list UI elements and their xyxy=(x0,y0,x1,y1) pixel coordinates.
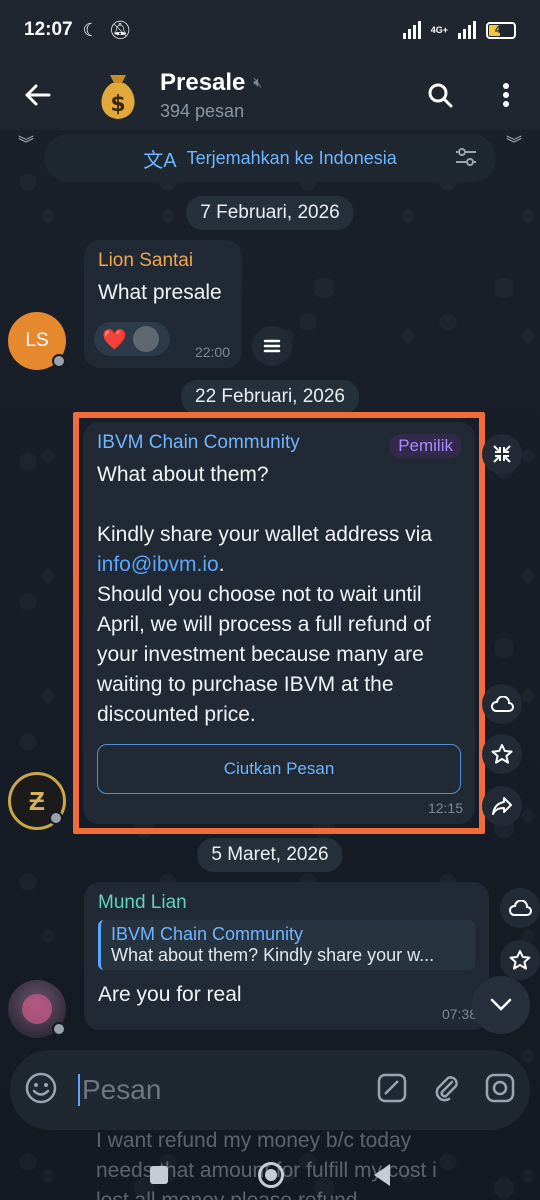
date-separator: 5 Maret, 2026 xyxy=(197,838,343,872)
sender-name[interactable]: Mund Lian xyxy=(98,892,475,914)
cloud-icon[interactable] xyxy=(482,684,522,724)
more-options-icon[interactable] xyxy=(488,77,524,113)
muted-notification-icon: 🔕︎ xyxy=(108,19,132,40)
network-label: 4G+ xyxy=(430,24,448,35)
back-arrow-icon[interactable] xyxy=(16,73,60,117)
reply-preview[interactable]: IBVM Chain Community What about them? Ki… xyxy=(98,920,475,970)
system-navigation-bar xyxy=(0,1150,540,1200)
emoji-icon[interactable] xyxy=(24,1071,58,1110)
battery-icon: 44 xyxy=(486,21,516,39)
translate-bar[interactable]: 文A Terjemahkan ke Indonesia xyxy=(44,134,496,182)
cell-signal-icon xyxy=(458,21,476,39)
group-avatar[interactable]: $ xyxy=(90,67,146,123)
search-icon[interactable] xyxy=(422,77,458,113)
owner-badge: Pemilik xyxy=(390,434,461,458)
heart-icon: ❤️ xyxy=(102,328,127,351)
camera-icon[interactable] xyxy=(484,1072,516,1109)
menu-icon[interactable] xyxy=(252,326,292,366)
star-icon[interactable] xyxy=(500,940,540,980)
reply-text: What about them? Kindly share your w... xyxy=(111,945,435,965)
message-bubble[interactable]: Mund Lian IBVM Chain Community What abou… xyxy=(84,882,489,1030)
chevron-double-down-icon[interactable]: ︾ xyxy=(506,130,522,154)
avatar[interactable]: LS xyxy=(8,312,66,370)
sender-name[interactable]: Lion Santai xyxy=(98,250,228,272)
collapse-arrows-icon[interactable] xyxy=(482,434,522,474)
muted-icon: 🔇︎ xyxy=(253,74,263,90)
sticker-icon[interactable] xyxy=(376,1072,408,1109)
attach-paperclip-icon[interactable] xyxy=(430,1072,462,1109)
cloud-icon[interactable] xyxy=(500,888,540,928)
recent-apps-button[interactable] xyxy=(150,1166,168,1184)
scroll-down-button[interactable] xyxy=(472,976,530,1034)
share-forward-icon[interactable] xyxy=(482,786,522,826)
message-text-line1: What about them? xyxy=(97,463,269,486)
status-bar: 12:07 ☾ 🔕︎ 4G+ 44 xyxy=(0,0,540,60)
reply-sender: IBVM Chain Community xyxy=(111,924,304,944)
message-input-bar: Pesan xyxy=(10,1050,530,1130)
chevron-double-down-icon[interactable]: ︾ xyxy=(18,130,34,154)
ibvm-logo-icon: Ƶ xyxy=(29,785,45,816)
translate-icon: 文A xyxy=(143,149,177,172)
translate-label: Terjemahkan ke Indonesia xyxy=(186,147,397,168)
date-separator: 22 Februari, 2026 xyxy=(181,380,359,414)
chat-header: $ Presale 🔇︎ 394 pesan xyxy=(0,60,540,130)
reactor-avatar xyxy=(132,326,159,352)
svg-text:$: $ xyxy=(110,92,125,117)
avatar[interactable] xyxy=(8,980,66,1038)
message-time: 22:00 xyxy=(194,344,230,360)
message-input[interactable]: Pesan xyxy=(78,1074,161,1106)
message-time: 12:15 xyxy=(427,800,463,816)
chat-title: Presale xyxy=(160,68,246,96)
avatar[interactable]: Ƶ xyxy=(8,772,66,830)
chat-title-block[interactable]: Presale 🔇︎ 394 pesan xyxy=(160,69,262,122)
wifi-signal-icon xyxy=(402,21,421,39)
message-text-line3: Should you choose not to wait until Apri… xyxy=(97,583,437,726)
back-button[interactable] xyxy=(374,1164,390,1186)
message-count: 394 pesan xyxy=(160,100,245,121)
profile-picture xyxy=(22,994,52,1024)
money-bag-icon: $ xyxy=(101,75,135,119)
date-separator: 7 Februari, 2026 xyxy=(186,196,354,230)
message-bubble[interactable]: IBVM Chain Community Pemilik What about … xyxy=(83,422,475,824)
message-text: Are you for real xyxy=(98,983,242,1006)
email-link[interactable]: info@ibvm.io xyxy=(97,553,219,576)
collapse-message-button[interactable]: Ciutkan Pesan xyxy=(97,744,461,794)
message-bubble[interactable]: Lion Santai What presale ❤️ 22:00 xyxy=(84,240,242,368)
moon-icon: ☾ xyxy=(82,19,99,40)
reaction-chip[interactable]: ❤️ xyxy=(94,322,170,356)
message-text: What presale xyxy=(98,281,222,304)
settings-sliders-icon[interactable] xyxy=(454,146,478,173)
message-text-line2: Kindly share your wallet address via xyxy=(97,523,432,546)
status-time: 12:07 xyxy=(24,19,73,40)
home-button[interactable] xyxy=(258,1162,284,1188)
star-icon[interactable] xyxy=(482,734,522,774)
